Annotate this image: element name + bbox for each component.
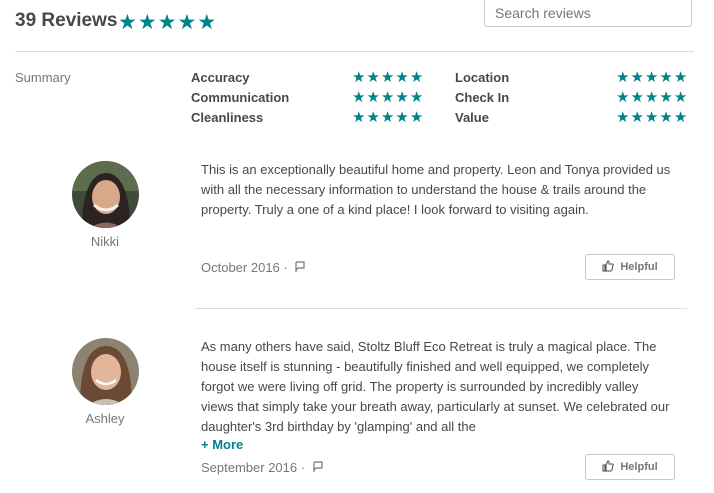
category-communication-stars: ★★★★★	[352, 90, 424, 105]
review-date-text: September 2016 ·	[201, 460, 306, 475]
category-value-stars: ★★★★★	[616, 110, 688, 125]
read-more-link[interactable]: + More	[201, 437, 243, 452]
review-text: This is an exceptionally beautiful home …	[201, 162, 671, 217]
category-location-stars: ★★★★★	[616, 70, 688, 85]
star-icon: ★	[409, 69, 425, 86]
star-icon: ★	[157, 11, 178, 34]
avatar-photo-ashley	[72, 338, 139, 405]
star-icon: ★	[352, 109, 367, 126]
star-icon: ★	[380, 109, 396, 126]
category-check-in-label: Check In	[455, 90, 510, 105]
helpful-button[interactable]: Helpful	[585, 254, 675, 280]
star-icon: ★	[395, 69, 410, 86]
category-accuracy-label: Accuracy	[191, 70, 250, 85]
review-count: 39 Reviews	[15, 10, 118, 31]
thumbs-up-icon	[602, 459, 615, 475]
star-icon: ★	[197, 11, 218, 34]
star-icon: ★	[644, 69, 660, 86]
star-icon: ★	[659, 69, 674, 86]
star-icon: ★	[118, 11, 138, 34]
star-icon: ★	[616, 69, 631, 86]
category-location-label: Location	[455, 70, 510, 85]
star-icon: ★	[630, 69, 645, 86]
category-communication-label: Communication	[191, 90, 290, 105]
star-icon: ★	[380, 89, 396, 106]
star-icon: ★	[366, 109, 381, 126]
star-icon: ★	[352, 69, 367, 86]
helpful-label: Helpful	[620, 461, 658, 473]
review-date: September 2016 ·	[201, 460, 324, 476]
star-icon: ★	[673, 89, 689, 106]
star-icon: ★	[352, 89, 367, 106]
review-date: October 2016 ·	[201, 260, 306, 276]
star-icon: ★	[177, 11, 198, 34]
reviewer-avatar[interactable]	[72, 338, 139, 405]
reviewer-name[interactable]: Ashley	[60, 411, 150, 426]
category-value-label: Value	[455, 110, 489, 125]
helpful-label: Helpful	[620, 261, 658, 273]
helpful-button[interactable]: Helpful	[585, 454, 675, 480]
review-divider	[195, 308, 687, 309]
star-icon: ★	[673, 69, 689, 86]
thumbs-up-icon	[602, 259, 615, 275]
category-cleanliness-label: Cleanliness	[191, 110, 264, 125]
review-date-text: October 2016 ·	[201, 260, 288, 275]
star-icon: ★	[409, 109, 425, 126]
star-icon: ★	[616, 109, 631, 126]
star-icon: ★	[659, 89, 674, 106]
star-icon: ★	[395, 89, 410, 106]
overall-rating-stars: ★★★★★	[118, 11, 217, 35]
reviewer-avatar[interactable]	[72, 161, 139, 228]
star-icon: ★	[366, 69, 381, 86]
star-icon: ★	[137, 11, 158, 34]
header-divider	[15, 51, 694, 52]
category-accuracy-stars: ★★★★★	[352, 70, 424, 85]
star-icon: ★	[644, 89, 660, 106]
flag-icon[interactable]	[312, 461, 324, 476]
star-icon: ★	[380, 69, 396, 86]
flag-icon[interactable]	[294, 261, 306, 276]
star-icon: ★	[395, 109, 410, 126]
star-icon: ★	[616, 89, 631, 106]
review-text: As many others have said, Stoltz Bluff E…	[201, 339, 670, 434]
avatar-photo-nikki	[72, 161, 139, 228]
star-icon: ★	[644, 109, 660, 126]
star-icon: ★	[630, 109, 645, 126]
star-icon: ★	[673, 109, 689, 126]
search-reviews-input[interactable]	[484, 0, 692, 27]
star-icon: ★	[630, 89, 645, 106]
star-icon: ★	[659, 109, 674, 126]
reviewer-name[interactable]: Nikki	[60, 234, 150, 249]
summary-label: Summary	[15, 70, 71, 85]
star-icon: ★	[366, 89, 381, 106]
category-check-in-stars: ★★★★★	[616, 90, 688, 105]
category-cleanliness-stars: ★★★★★	[352, 110, 424, 125]
star-icon: ★	[409, 89, 425, 106]
